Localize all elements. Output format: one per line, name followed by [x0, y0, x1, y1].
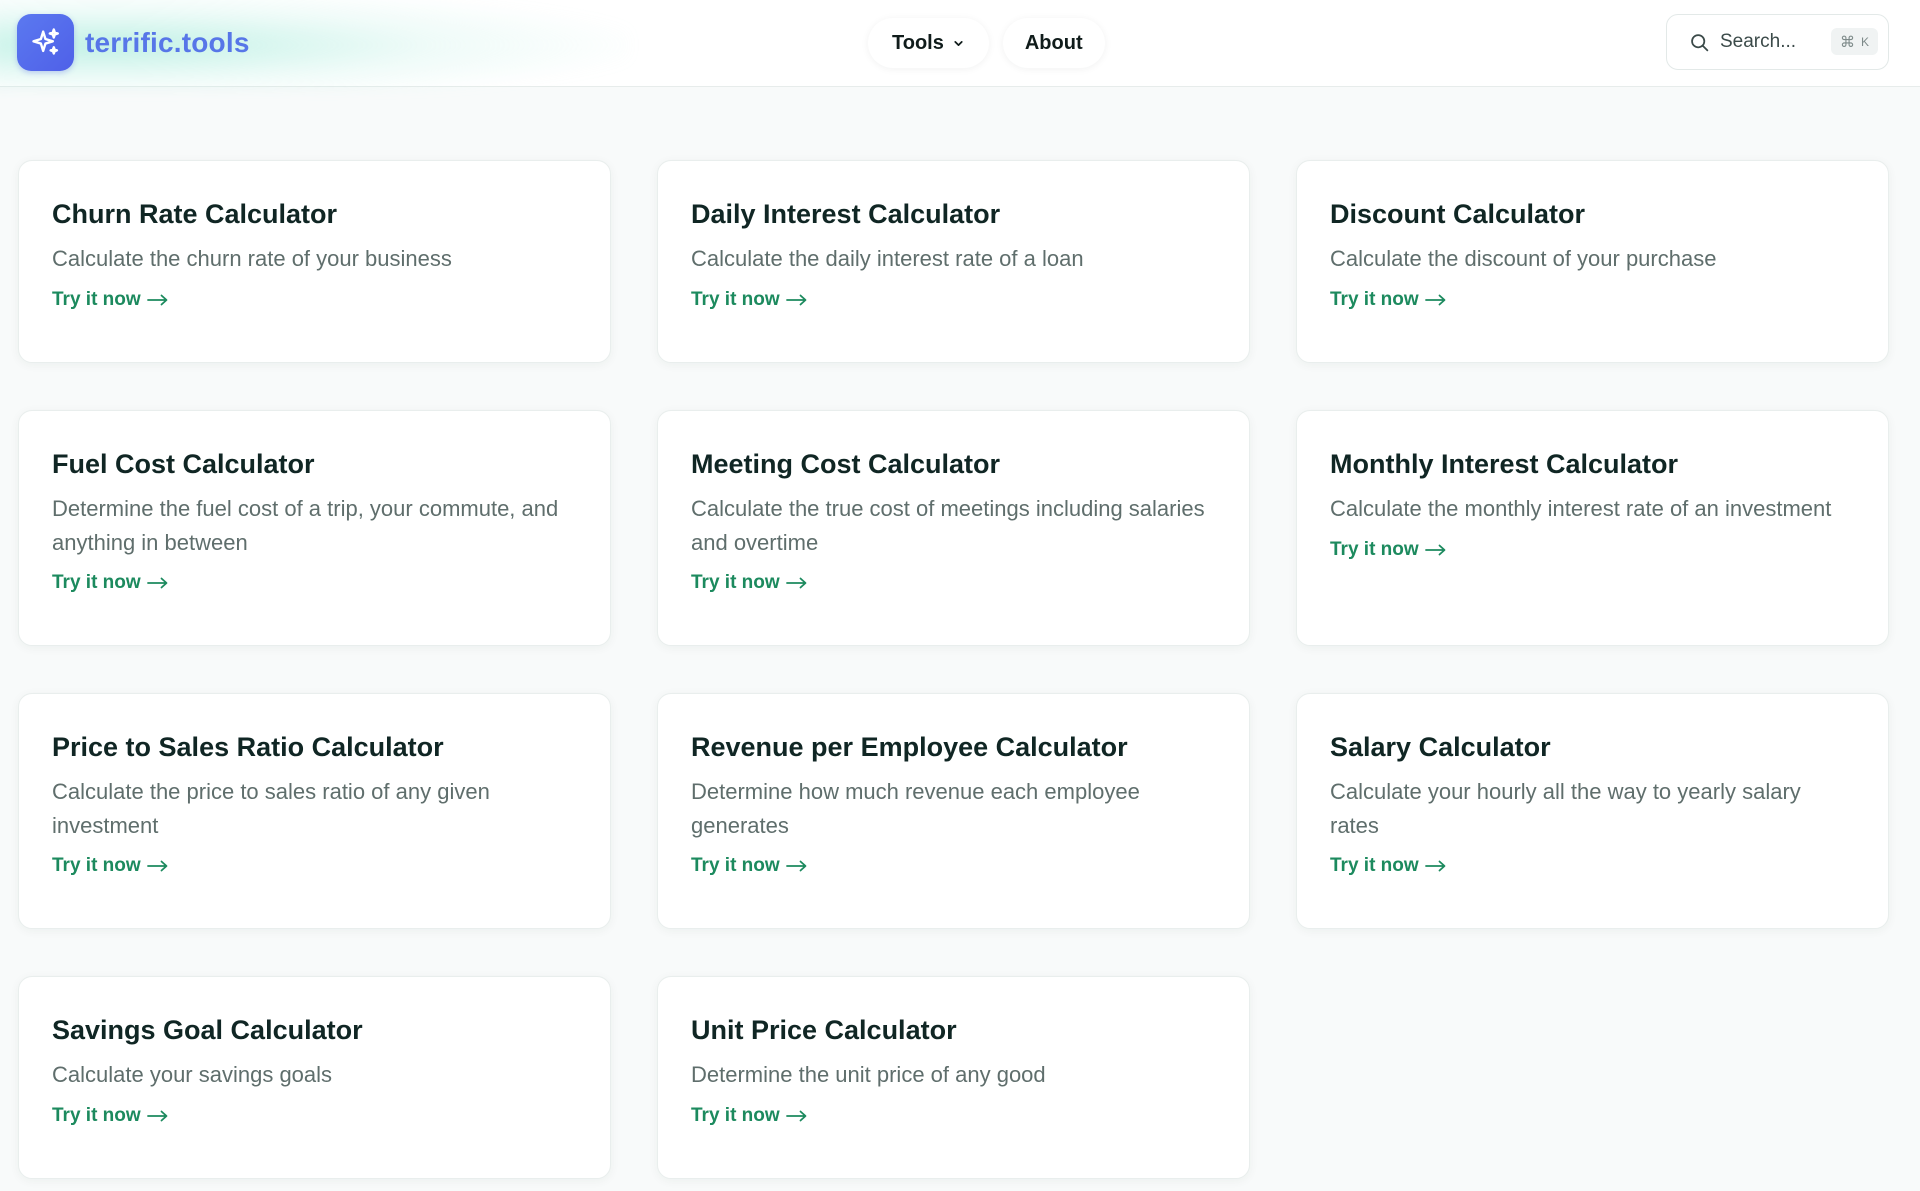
- tool-card[interactable]: Monthly Interest Calculator Calculate the…: [1296, 410, 1889, 646]
- try-it-now-link[interactable]: Try it now: [52, 1105, 169, 1127]
- tool-card[interactable]: Revenue per Employee Calculator Determine…: [657, 693, 1250, 929]
- tool-card-description: Calculate the true cost of meetings incl…: [691, 496, 1205, 555]
- try-it-now-label: Try it now: [691, 288, 780, 310]
- tool-card[interactable]: Churn Rate Calculator Calculate the churn…: [18, 160, 611, 363]
- tool-card-title: Monthly Interest Calculator: [1330, 449, 1679, 479]
- try-it-now-label: Try it now: [52, 1104, 141, 1126]
- tool-card-title: Fuel Cost Calculator: [52, 449, 315, 479]
- tool-card-description: Calculate your savings goals: [52, 1062, 333, 1087]
- tool-grid: Churn Rate Calculator Calculate the churn…: [18, 160, 1889, 1179]
- try-it-now-link[interactable]: Try it now: [691, 572, 808, 594]
- try-it-now-label: Try it now: [1330, 538, 1419, 560]
- try-it-now-link[interactable]: Try it now: [52, 289, 169, 311]
- tool-card-description: Determine the fuel cost of a trip, your …: [52, 496, 559, 555]
- nav-about-link[interactable]: About: [1002, 18, 1105, 68]
- arrow-right-icon: [1424, 860, 1446, 872]
- try-it-now-link[interactable]: Try it now: [691, 289, 808, 311]
- arrow-right-icon: [146, 860, 168, 872]
- try-it-now-link[interactable]: Try it now: [691, 855, 808, 877]
- shortcut-key: K: [1860, 34, 1869, 49]
- try-it-now-label: Try it now: [1330, 855, 1419, 876]
- try-it-now-label: Try it now: [1330, 288, 1419, 310]
- nav-tools-dropdown[interactable]: Tools: [868, 18, 989, 68]
- try-it-now-label: Try it now: [52, 572, 141, 593]
- chevron-down-icon: [954, 40, 963, 46]
- try-it-now-link[interactable]: Try it now: [52, 855, 169, 877]
- tool-card-title: Meeting Cost Calculator: [691, 449, 1001, 479]
- tool-card[interactable]: Meeting Cost Calculator Calculate the tru…: [657, 410, 1250, 646]
- sparkles-icon: [17, 14, 74, 71]
- tool-card-title: Discount Calculator: [1330, 199, 1586, 229]
- try-it-now-link[interactable]: Try it now: [691, 1105, 808, 1127]
- arrow-right-icon: [1424, 294, 1446, 305]
- tool-card[interactable]: Salary Calculator Calculate your hourly a…: [1296, 693, 1889, 929]
- nav-about-label: About: [1024, 31, 1083, 54]
- try-it-now-link[interactable]: Try it now: [1330, 855, 1447, 877]
- tool-card[interactable]: Unit Price Calculator Determine the unit …: [657, 976, 1250, 1179]
- tool-card-title: Price to Sales Ratio Calculator: [52, 732, 444, 762]
- try-it-now-link[interactable]: Try it now: [1330, 539, 1447, 561]
- arrow-right-icon: [785, 1110, 807, 1121]
- tool-card-description: Determine how much revenue each employee…: [691, 779, 1140, 838]
- tool-card-description: Calculate the price to sales ratio of an…: [52, 779, 490, 838]
- tool-card-description: Calculate the daily interest rate of a l…: [691, 246, 1084, 271]
- tool-card[interactable]: Savings Goal Calculator Calculate your sa…: [18, 976, 611, 1179]
- try-it-now-link[interactable]: Try it now: [52, 572, 169, 594]
- tool-card-description: Calculate the churn rate of your busines…: [52, 246, 452, 271]
- try-it-now-label: Try it now: [52, 855, 141, 876]
- tool-card-title: Churn Rate Calculator: [52, 199, 338, 229]
- brand-logo-link[interactable]: terrific.tools: [17, 14, 250, 71]
- try-it-now-label: Try it now: [691, 572, 780, 593]
- tool-card-title: Daily Interest Calculator: [691, 199, 1001, 229]
- keyboard-shortcut-badge: ⌘ K: [1830, 28, 1878, 55]
- brand-name: terrific.tools: [85, 26, 250, 58]
- arrow-right-icon: [785, 294, 807, 305]
- nav-tools-label: Tools: [892, 31, 944, 54]
- search-button[interactable]: Search... ⌘ K: [1666, 14, 1889, 70]
- tool-card-description: Calculate the discount of your purchase: [1330, 246, 1717, 271]
- try-it-now-label: Try it now: [52, 288, 141, 310]
- arrow-right-icon: [146, 294, 168, 305]
- tool-card[interactable]: Daily Interest Calculator Calculate the d…: [657, 160, 1250, 363]
- command-key-icon: ⌘: [1839, 33, 1855, 51]
- tool-card[interactable]: Discount Calculator Calculate the discoun…: [1296, 160, 1889, 363]
- try-it-now-label: Try it now: [691, 855, 780, 876]
- tool-card-description: Calculate your hourly all the way to yea…: [1330, 779, 1801, 838]
- tool-card-title: Salary Calculator: [1330, 732, 1551, 762]
- arrow-right-icon: [146, 1110, 168, 1121]
- arrow-right-icon: [146, 577, 168, 589]
- arrow-right-icon: [785, 860, 807, 872]
- search-icon: [1691, 33, 1709, 51]
- tool-card-title: Savings Goal Calculator: [52, 1015, 363, 1045]
- main-nav: Tools About: [868, 18, 1105, 68]
- try-it-now-link[interactable]: Try it now: [1330, 289, 1447, 311]
- tool-card[interactable]: Price to Sales Ratio Calculator Calculate…: [18, 693, 611, 929]
- tool-card[interactable]: Fuel Cost Calculator Determine the fuel c…: [18, 410, 611, 646]
- arrow-right-icon: [785, 577, 807, 589]
- tool-card-description: Calculate the monthly interest rate of a…: [1330, 496, 1832, 521]
- site-header: terrific.tools Tools About Search... ⌘ K: [0, 0, 1920, 90]
- search-placeholder: Search...: [1720, 31, 1797, 52]
- tool-card-description: Determine the unit price of any good: [691, 1062, 1046, 1087]
- tool-card-title: Revenue per Employee Calculator: [691, 732, 1128, 762]
- tool-card-title: Unit Price Calculator: [691, 1015, 957, 1045]
- arrow-right-icon: [1424, 544, 1446, 555]
- try-it-now-label: Try it now: [691, 1104, 780, 1126]
